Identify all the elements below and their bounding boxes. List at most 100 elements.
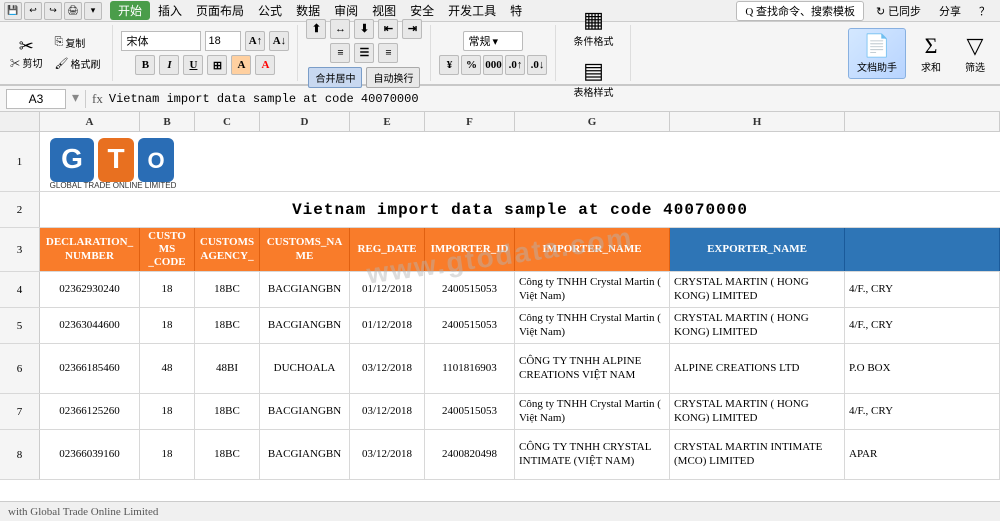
- wrap-button[interactable]: 自动换行: [366, 67, 420, 88]
- border-button[interactable]: ⊞: [207, 55, 227, 75]
- cell-agency-8[interactable]: 18BC: [195, 430, 260, 479]
- cell-agency-6[interactable]: 48BI: [195, 344, 260, 393]
- filter-button[interactable]: ▽ 筛选: [956, 28, 994, 79]
- cond-format-button[interactable]: ▦ 条件格式: [564, 2, 622, 53]
- align-right-btn[interactable]: ≡: [378, 43, 398, 63]
- cell-agency-5[interactable]: 18BC: [195, 308, 260, 343]
- cell-expname-7[interactable]: CRYSTAL MARTIN ( HONG KONG) LIMITED: [670, 394, 845, 429]
- thousands-btn[interactable]: 000: [483, 55, 503, 75]
- cell-code-4[interactable]: 18: [140, 272, 195, 307]
- font-decrease-btn[interactable]: A↓: [269, 31, 289, 51]
- cell-agency-4[interactable]: 18BC: [195, 272, 260, 307]
- cell-date-4[interactable]: 01/12/2018: [350, 272, 425, 307]
- cell-code-5[interactable]: 18: [140, 308, 195, 343]
- cell-extra-5[interactable]: 4/F., CRY: [845, 308, 1000, 343]
- fill-color-button[interactable]: A: [231, 55, 251, 75]
- svg-text:GLOBAL TRADE ONLINE LIMITED: GLOBAL TRADE ONLINE LIMITED: [50, 181, 177, 188]
- redo-icon[interactable]: ↪: [44, 2, 62, 20]
- cell-date-6[interactable]: 03/12/2018: [350, 344, 425, 393]
- cell-name-5[interactable]: BACGIANGBN: [260, 308, 350, 343]
- help-icon[interactable]: ？: [973, 1, 996, 21]
- cell-impid-8[interactable]: 2400820498: [425, 430, 515, 479]
- cell-date-8[interactable]: 03/12/2018: [350, 430, 425, 479]
- cell-name-6[interactable]: DUCHOALA: [260, 344, 350, 393]
- cell-impname-5[interactable]: Công ty TNHH Crystal Martin ( Việt Nam): [515, 308, 670, 343]
- special-menu[interactable]: 特: [504, 0, 528, 21]
- search-command[interactable]: Q 查找命令、搜索模板: [736, 1, 864, 21]
- font-size-input[interactable]: [205, 31, 241, 51]
- cell-impid-6[interactable]: 1101816903: [425, 344, 515, 393]
- percent-btn[interactable]: %: [461, 55, 481, 75]
- cell-name-8[interactable]: BACGIANGBN: [260, 430, 350, 479]
- cell-decl-8[interactable]: 02366039160: [40, 430, 140, 479]
- cell-code-6[interactable]: 48: [140, 344, 195, 393]
- cell-expname-5[interactable]: CRYSTAL MARTIN ( HONG KONG) LIMITED: [670, 308, 845, 343]
- save-icon[interactable]: 💾: [4, 2, 22, 20]
- cell-agency-7[interactable]: 18BC: [195, 394, 260, 429]
- cell-extra-7[interactable]: 4/F., CRY: [845, 394, 1000, 429]
- align-left-btn[interactable]: ≡: [330, 43, 350, 63]
- pagelayout-menu[interactable]: 页面布局: [190, 0, 250, 21]
- sync-icon[interactable]: ↻ 已同步: [870, 1, 927, 21]
- undo-icon[interactable]: ↩: [24, 2, 42, 20]
- cell-decl-5[interactable]: 02363044600: [40, 308, 140, 343]
- cell-impid-5[interactable]: 2400515053: [425, 308, 515, 343]
- share-btn[interactable]: 分享: [933, 1, 967, 21]
- merge-button[interactable]: 合并居中: [308, 67, 362, 88]
- indent-decrease-btn[interactable]: ⇤: [378, 19, 398, 39]
- cell-impname-4[interactable]: Công ty TNHH Crystal Martin ( Việt Nam): [515, 272, 670, 307]
- align-bottom-btn[interactable]: ⬇: [354, 19, 374, 39]
- format-copy-button[interactable]: 🖌 格式刷: [51, 54, 105, 73]
- copy-button[interactable]: ⎘ 复制: [51, 33, 105, 52]
- cell-expname-6[interactable]: ALPINE CREATIONS LTD: [670, 344, 845, 393]
- cell-A2-title[interactable]: Vietnam import data sample at code 40070…: [40, 192, 1000, 227]
- cell-A1[interactable]: G T O GLOBAL TRADE ONLINE LIMITED: [40, 132, 490, 191]
- currency-btn[interactable]: ¥: [439, 55, 459, 75]
- indent-increase-btn[interactable]: ⇥: [402, 19, 422, 39]
- cell-name-4[interactable]: BACGIANGBN: [260, 272, 350, 307]
- font-increase-btn[interactable]: A↑: [245, 31, 265, 51]
- sum-button[interactable]: Σ 求和: [912, 28, 950, 79]
- align-center-btn[interactable]: ☰: [354, 43, 374, 63]
- number-group: 常规 ▾ ¥ % 000 .0↑ .0↓: [439, 25, 556, 81]
- menu-extra[interactable]: ▾: [84, 2, 102, 20]
- formula-menu[interactable]: 公式: [252, 0, 288, 21]
- italic-button[interactable]: I: [159, 55, 179, 75]
- cell-decl-6[interactable]: 02366185460: [40, 344, 140, 393]
- cell-extra-4[interactable]: 4/F., CRY: [845, 272, 1000, 307]
- cell-date-7[interactable]: 03/12/2018: [350, 394, 425, 429]
- format-label: 常规: [468, 33, 490, 49]
- cell-impid-4[interactable]: 2400515053: [425, 272, 515, 307]
- kaishi-menu[interactable]: 开始: [110, 1, 150, 20]
- table-style-icon: ▤: [583, 58, 604, 84]
- cell-impname-7[interactable]: Công ty TNHH Crystal Martin ( Việt Nam): [515, 394, 670, 429]
- doc-assist-button[interactable]: 📄 文档助手: [848, 28, 906, 79]
- number-format-dropdown[interactable]: 常规 ▾: [463, 31, 523, 51]
- cell-date-5[interactable]: 01/12/2018: [350, 308, 425, 343]
- decimal-decrease-btn[interactable]: .0↓: [527, 55, 547, 75]
- insert-menu[interactable]: 插入: [152, 0, 188, 21]
- print-icon[interactable]: 🖨: [64, 2, 82, 20]
- cell-decl-7[interactable]: 02366125260: [40, 394, 140, 429]
- cell-impname-6[interactable]: CÔNG TY TNHH ALPINE CREATIONS VIỆT NAM: [515, 344, 670, 393]
- font-name-input[interactable]: [121, 31, 201, 51]
- font-color-button[interactable]: A: [255, 55, 275, 75]
- cell-extra-8[interactable]: APAR: [845, 430, 1000, 479]
- cell-impname-8[interactable]: CÔNG TY TNHH CRYSTAL INTIMATE (VIỆT NAM): [515, 430, 670, 479]
- cell-expname-4[interactable]: CRYSTAL MARTIN ( HONG KONG) LIMITED: [670, 272, 845, 307]
- bold-button[interactable]: B: [135, 55, 155, 75]
- underline-button[interactable]: U: [183, 55, 203, 75]
- align-middle-btn[interactable]: ↔: [330, 19, 350, 39]
- cut-button[interactable]: ✂ ✂ 剪切: [6, 35, 47, 72]
- devtools-menu[interactable]: 开发工具: [442, 0, 502, 21]
- cell-name-7[interactable]: BACGIANGBN: [260, 394, 350, 429]
- decimal-increase-btn[interactable]: .0↑: [505, 55, 525, 75]
- cell-code-8[interactable]: 18: [140, 430, 195, 479]
- cell-reference-input[interactable]: [6, 89, 66, 109]
- cell-decl-4[interactable]: 02362930240: [40, 272, 140, 307]
- align-top-btn[interactable]: ⬆: [306, 19, 326, 39]
- cell-code-7[interactable]: 18: [140, 394, 195, 429]
- cell-extra-6[interactable]: P.O BOX: [845, 344, 1000, 393]
- cell-impid-7[interactable]: 2400515053: [425, 394, 515, 429]
- cell-expname-8[interactable]: CRYSTAL MARTIN INTIMATE (MCO) LIMITED: [670, 430, 845, 479]
